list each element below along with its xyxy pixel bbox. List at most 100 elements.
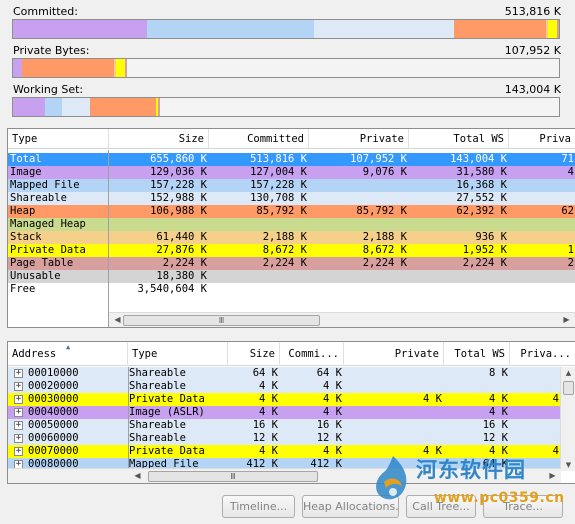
cell-private-ws: [509, 192, 575, 205]
cell-total-ws: 4 K: [489, 406, 508, 418]
cell-size: 64 K: [252, 367, 278, 379]
table-row[interactable]: +00030000 Private Data 4 K 4 K 4 K 4 K 4: [8, 393, 561, 406]
table-row[interactable]: Unusable 18,380 K: [8, 270, 575, 283]
table-row[interactable]: Heap 106,988 K 85,792 K 85,792 K 62,392 K 62: [8, 205, 575, 218]
expand-icon[interactable]: +: [14, 434, 23, 443]
table-row[interactable]: Image 129,036 K 127,004 K 9,076 K 31,580 K4: [8, 166, 575, 179]
memory-type-table[interactable]: Type Size Committed Private Total WS Pri…: [7, 128, 575, 328]
working-set-bar-image-segment: [13, 98, 45, 116]
table-row[interactable]: +00010000 Shareable 64 K 64 K 8 K: [8, 367, 561, 380]
expand-icon[interactable]: +: [14, 447, 23, 456]
cell-address: 00030000: [28, 393, 79, 405]
scroll-right-arrow-icon[interactable]: ▶: [559, 313, 574, 327]
cell-private-ws: [509, 218, 575, 231]
vertical-scrollbar-thumb[interactable]: [563, 381, 574, 395]
cell-private: 9,076 K: [309, 166, 409, 179]
committed-bar-image-segment: [13, 20, 147, 38]
cell-committed: [209, 270, 309, 283]
cell-address: 00050000: [28, 419, 79, 431]
cell-committed: 12 K: [316, 432, 342, 444]
col-header-private-ws[interactable]: Priva...: [510, 342, 575, 366]
cell-private: [344, 419, 444, 432]
cell-address: 00060000: [28, 432, 79, 444]
cell-private: 2,188 K: [309, 231, 409, 244]
table-row[interactable]: Free 3,540,604 K: [8, 283, 575, 296]
cell-private-ws: [510, 419, 561, 432]
cell-private-ws: 2: [509, 257, 575, 270]
cell-type: Private Data: [129, 445, 205, 457]
table-row[interactable]: Page Table 2,224 K 2,224 K 2,224 K 2,224 K2: [8, 257, 575, 270]
col-header-private-ws[interactable]: Priva: [509, 129, 575, 149]
committed-value: 513,816 K: [504, 5, 561, 18]
cell-type: Free: [8, 283, 109, 296]
table-row[interactable]: Mapped File 157,228 K 157,228 K 16,368 K: [8, 179, 575, 192]
cell-size: 61,440 K: [109, 231, 209, 244]
committed-bar-mapped-file-segment: [146, 20, 315, 38]
cell-size: 152,988 K: [109, 192, 209, 205]
scroll-left-arrow-icon[interactable]: ◀: [130, 469, 145, 483]
timeline-button[interactable]: Timeline...: [222, 495, 295, 518]
cell-type: Shareable: [129, 432, 186, 444]
table-row[interactable]: Total 655,860 K 513,816 K 107,952 K 143,004 …: [8, 153, 575, 166]
scrollbar-thumb[interactable]: Ⅲ: [148, 471, 318, 482]
cell-total-ws: 16,368 K: [409, 179, 509, 192]
col-header-address[interactable]: Address ▲: [8, 342, 128, 366]
col-header-size[interactable]: Size: [228, 342, 280, 366]
cell-private-ws: [509, 179, 575, 192]
col-header-private[interactable]: Private: [344, 342, 444, 366]
expand-icon[interactable]: +: [14, 382, 23, 391]
expand-icon[interactable]: +: [14, 421, 23, 430]
col-header-type[interactable]: Type: [8, 129, 109, 149]
committed-label: Committed:: [13, 5, 78, 18]
cell-type: Mapped File: [8, 179, 109, 192]
table-row[interactable]: +00060000 Shareable 12 K 12 K 12 K: [8, 432, 561, 445]
cell-private-ws: [509, 270, 575, 283]
type-column-separator: [108, 150, 109, 327]
cell-type: Shareable: [129, 380, 186, 392]
cell-private: [344, 432, 444, 445]
address-table-header: Address ▲ Type Size Commi... Private Tot…: [8, 342, 575, 366]
working-set-bar-page-table-segment: [158, 98, 160, 116]
cell-size: 4 K: [259, 445, 278, 457]
cell-type: Stack: [8, 231, 109, 244]
table-row[interactable]: +00050000 Shareable 16 K 16 K 16 K: [8, 419, 561, 432]
col-header-type[interactable]: Type: [128, 342, 228, 366]
cell-size: 157,228 K: [109, 179, 209, 192]
table-row[interactable]: +00040000 Image (ASLR) 4 K 4 K 4 K: [8, 406, 561, 419]
cell-committed: 157,228 K: [209, 179, 309, 192]
scroll-up-arrow-icon[interactable]: ▲: [561, 367, 575, 379]
committed-bar-shareable-segment: [314, 20, 455, 38]
cell-private-ws: 4: [552, 393, 559, 405]
col-header-committed[interactable]: Committed: [209, 129, 309, 149]
cell-committed: 2,188 K: [209, 231, 309, 244]
expand-icon[interactable]: +: [14, 408, 23, 417]
col-header-committed[interactable]: Commi...: [280, 342, 344, 366]
cell-private-ws: [509, 231, 575, 244]
expand-icon[interactable]: +: [14, 369, 23, 378]
cell-private: [309, 218, 409, 231]
cell-committed: 4 K: [323, 380, 342, 392]
committed-bar-private-data-segment: [548, 20, 557, 38]
col-header-size[interactable]: Size: [109, 129, 209, 149]
table-row[interactable]: Private Data 27,876 K 8,672 K 8,672 K 1,952 …: [8, 244, 575, 257]
cell-total-ws: 143,004 K: [450, 153, 507, 165]
table-row[interactable]: Managed Heap: [8, 218, 575, 231]
table-row[interactable]: +00020000 Shareable 4 K 4 K: [8, 380, 561, 393]
watermark-url: www.pc0359.cn: [434, 490, 565, 506]
table-row[interactable]: Stack 61,440 K 2,188 K 2,188 K 936 K: [8, 231, 575, 244]
table-row[interactable]: Shareable 152,988 K 130,708 K 27,552 K: [8, 192, 575, 205]
cell-private-ws: [509, 283, 575, 296]
expand-icon[interactable]: +: [14, 395, 23, 404]
cell-address: 00020000: [28, 380, 79, 392]
cell-private-ws: [510, 367, 561, 380]
scrollbar-thumb[interactable]: Ⅲ: [123, 315, 320, 326]
type-table-horizontal-scrollbar[interactable]: ◀ Ⅲ ▶: [109, 312, 575, 327]
cell-private-ws: 4: [509, 166, 575, 179]
cell-total-ws: 1,952 K: [409, 244, 509, 257]
cell-type: Image (ASLR): [129, 406, 205, 418]
cell-total-ws: 4 K: [489, 393, 508, 405]
col-header-total-ws[interactable]: Total WS: [409, 129, 509, 149]
col-header-total-ws[interactable]: Total WS: [444, 342, 510, 366]
col-header-private[interactable]: Private: [309, 129, 409, 149]
cell-total-ws: 31,580 K: [409, 166, 509, 179]
